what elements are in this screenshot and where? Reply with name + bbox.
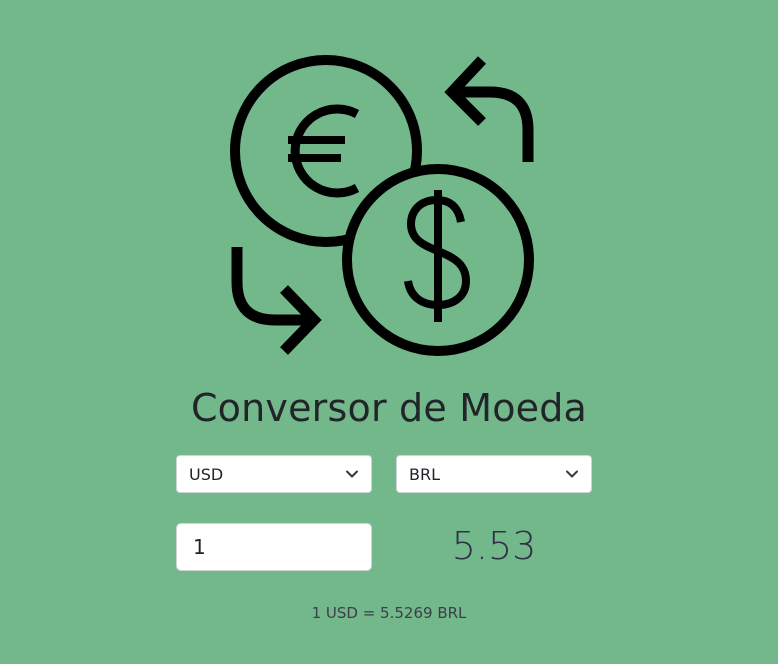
- amount-input[interactable]: [176, 523, 372, 571]
- exchange-rate-text: 1 USD = 5.5269 BRL: [311, 604, 467, 622]
- page-title: Conversor de Moeda: [190, 386, 588, 430]
- chevron-down-icon: [346, 470, 358, 478]
- from-currency-value: USD: [189, 464, 224, 484]
- chevron-down-icon: [566, 470, 578, 478]
- converted-result: 5.53: [451, 524, 537, 568]
- currency-exchange-icon: [230, 55, 534, 356]
- to-currency-value: BRL: [409, 464, 441, 484]
- from-currency-select[interactable]: USD: [176, 455, 372, 493]
- to-currency-select[interactable]: BRL: [396, 455, 592, 493]
